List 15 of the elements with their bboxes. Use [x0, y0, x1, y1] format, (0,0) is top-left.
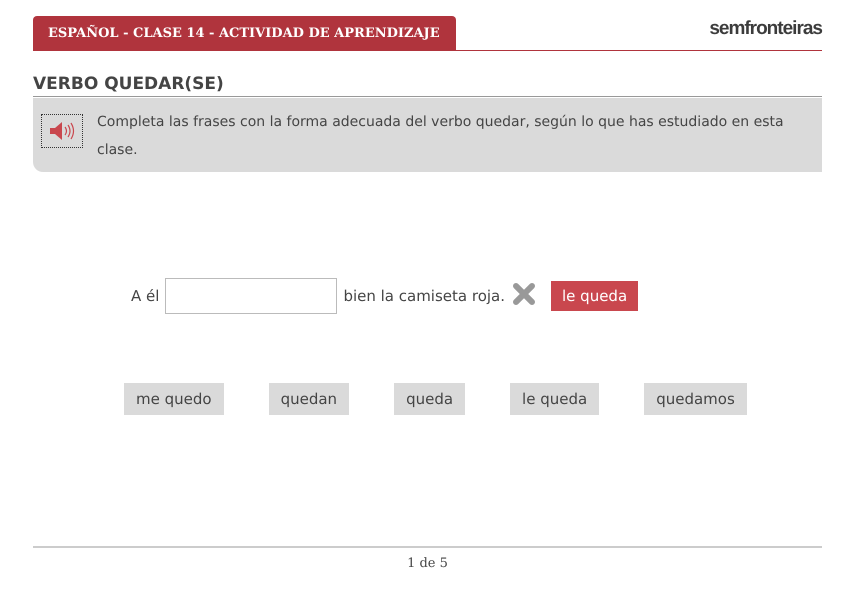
instruction-text: Completa las frases con la forma adecuada del verbo quedar, según lo que has estudiado en esta clase.: [97, 113, 785, 160]
page-counter: 1 de 5: [407, 556, 448, 571]
sentence-text: bien la camiseta roja.: [343, 287, 506, 305]
option-button[interactable]: queda: [394, 383, 466, 415]
option-button[interactable]: me quedo: [124, 383, 224, 415]
option-button[interactable]: le queda: [510, 383, 600, 415]
option-button[interactable]: quedan: [268, 383, 350, 415]
solution-label: le queda: [551, 281, 638, 311]
sentence-text: A él: [131, 287, 160, 305]
speaker-icon: [49, 121, 75, 141]
activity-title: VERBO QUEDAR(SE): [33, 74, 822, 97]
audio-button[interactable]: [41, 114, 83, 148]
option-button[interactable]: quedamos: [644, 383, 747, 415]
answer-field[interactable]: [165, 278, 338, 314]
brand-logo: semfronteiras: [709, 18, 822, 41]
